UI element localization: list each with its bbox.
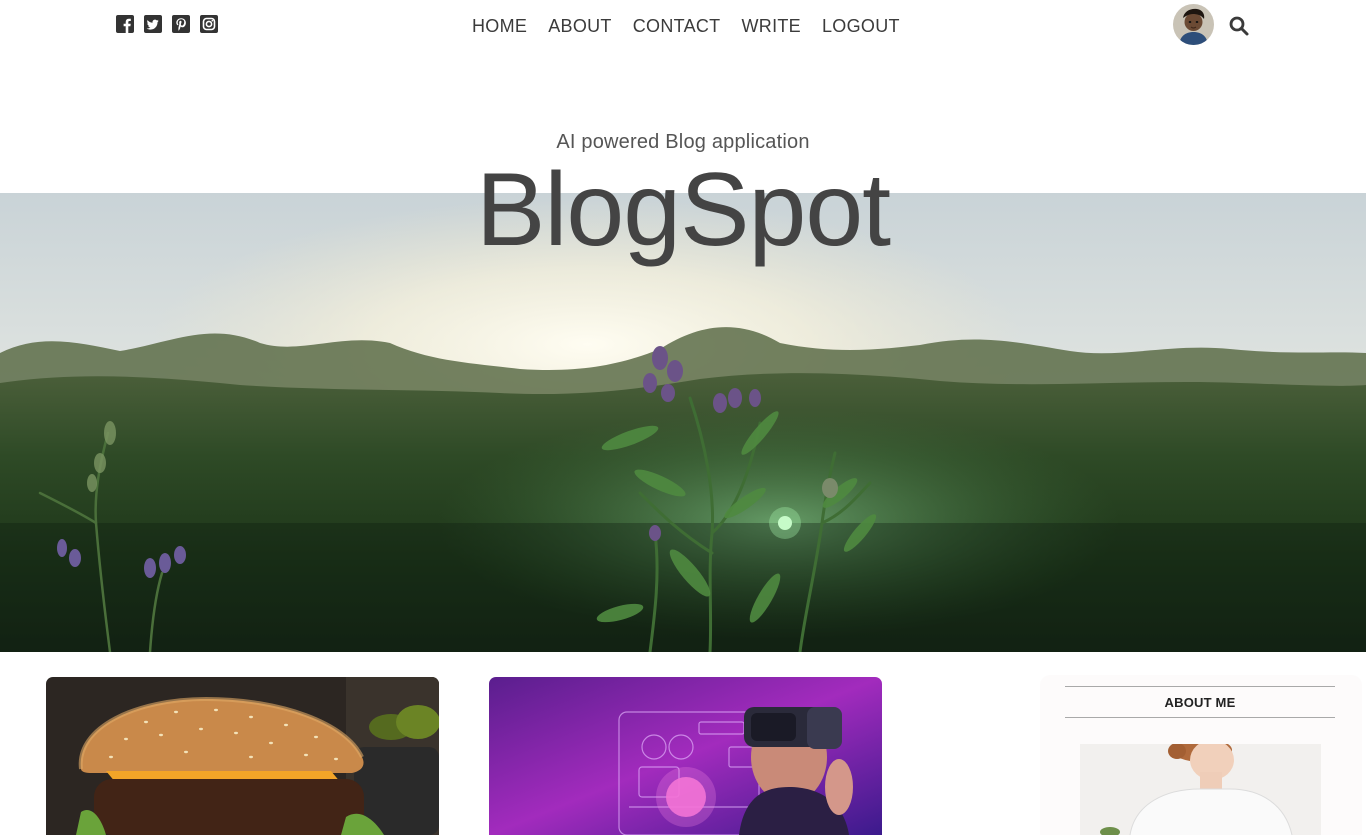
post-card-vr[interactable]	[489, 677, 882, 835]
about-me-photo	[1080, 744, 1321, 835]
nav-about[interactable]: ABOUT	[548, 15, 612, 37]
pinterest-icon[interactable]	[172, 15, 190, 33]
sidebar-title-box: ABOUT ME	[1065, 686, 1335, 718]
user-avatar[interactable]	[1173, 4, 1214, 45]
about-me-image	[1080, 744, 1321, 835]
header-title: BlogSpot	[475, 152, 891, 268]
nav-contact[interactable]: CONTACT	[633, 15, 721, 37]
avatar-image	[1173, 4, 1214, 45]
search-icon[interactable]	[1228, 15, 1250, 37]
sidebar-title: ABOUT ME	[1164, 694, 1236, 710]
instagram-icon[interactable]	[200, 15, 218, 33]
top-bar: HOME ABOUT CONTACT WRITE LOGOUT	[0, 0, 1366, 52]
post-image-burger	[46, 677, 439, 835]
post-image-vr	[489, 677, 882, 835]
facebook-icon[interactable]	[116, 15, 134, 33]
main-nav: HOME ABOUT CONTACT WRITE LOGOUT	[472, 15, 900, 37]
social-links	[116, 15, 218, 33]
nav-write[interactable]: WRITE	[741, 15, 801, 37]
nav-logout[interactable]: LOGOUT	[822, 15, 900, 37]
twitter-icon[interactable]	[144, 15, 162, 33]
sidebar: ABOUT ME	[1040, 675, 1362, 835]
nav-home[interactable]: HOME	[472, 15, 527, 37]
post-card-burger[interactable]	[46, 677, 439, 835]
